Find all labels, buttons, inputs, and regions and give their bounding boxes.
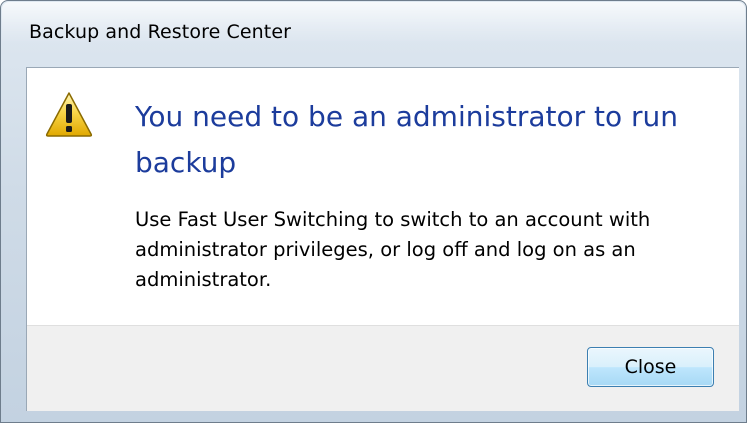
dialog-message: Use Fast User Switching to switch to an … [135,208,651,291]
window-title: Backup and Restore Center [29,21,292,43]
dialog-window: Backup and Restore Center You need to be… [0,0,747,423]
close-button[interactable]: Close [587,347,714,387]
dialog-footer: Close [27,325,739,411]
dialog-content: You need to be an administrator to run b… [26,67,739,411]
dialog-headline: You need to be an administrator to run b… [135,100,679,179]
warning-icon [45,91,93,137]
